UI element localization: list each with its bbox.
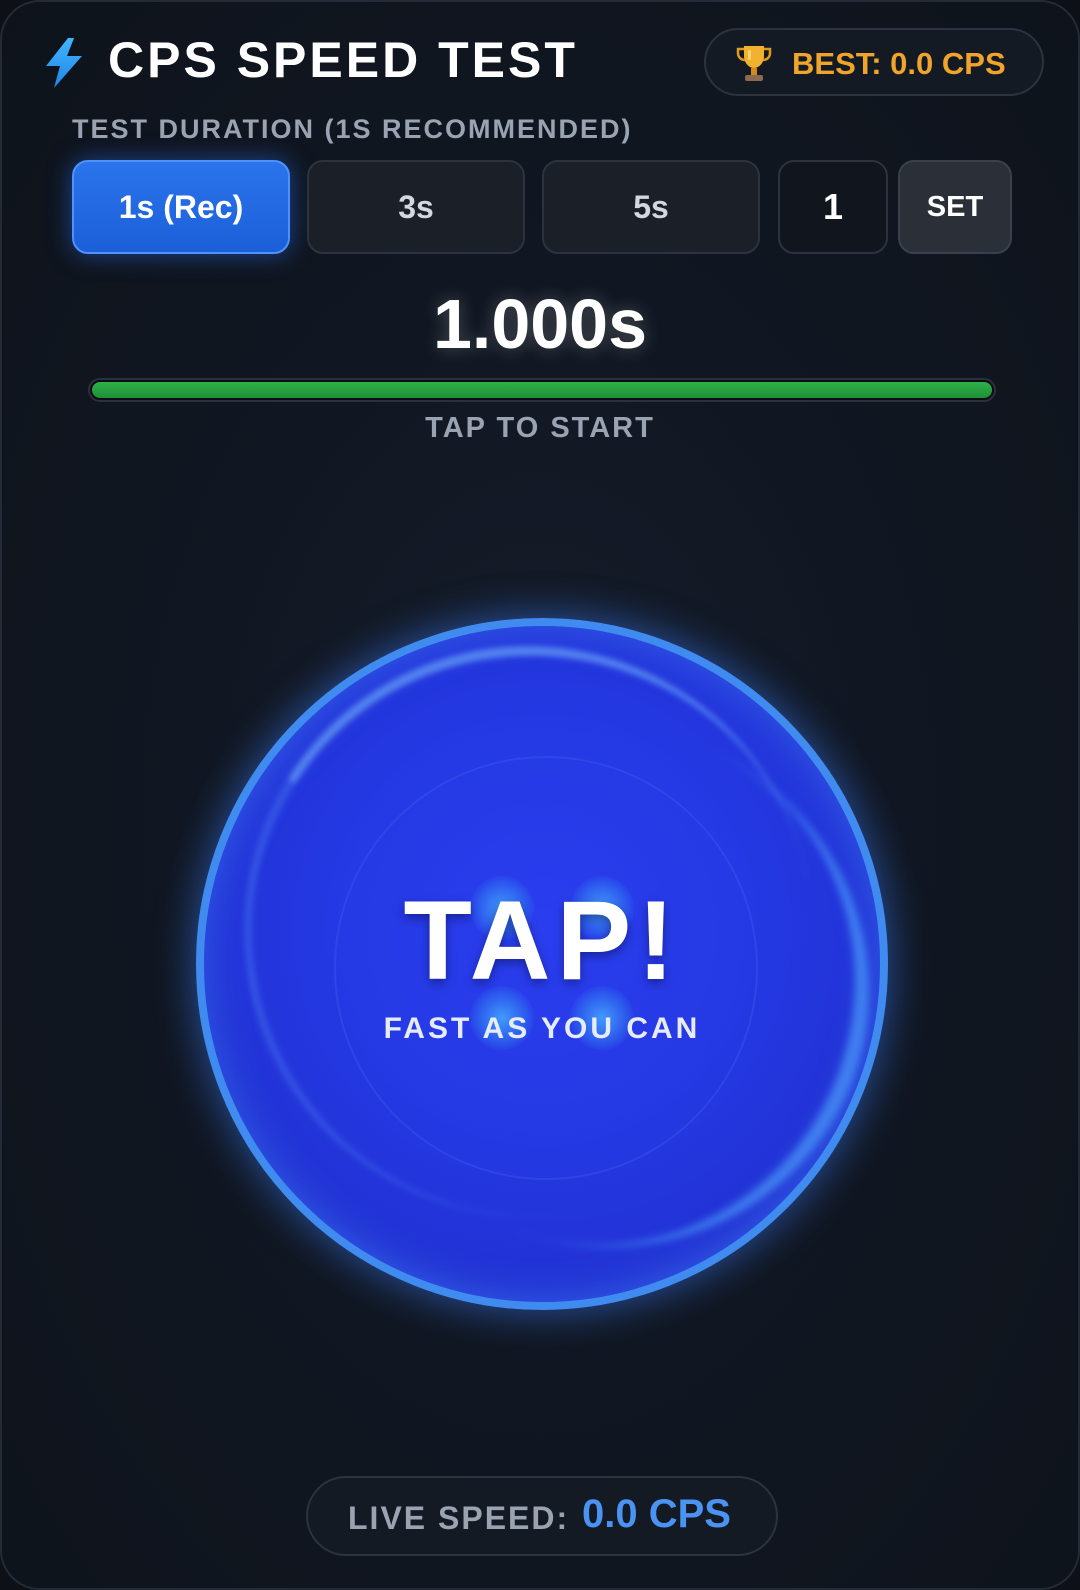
tap-status-text: TAP TO START bbox=[425, 412, 655, 444]
best-score-text: BEST: 0.0 CPS bbox=[792, 46, 1006, 81]
tap-button[interactable]: TAP! FAST AS YOU CAN bbox=[196, 618, 888, 1310]
timer-progress-bar bbox=[88, 378, 996, 402]
header: CPS SPEED TEST BEST: 0.0 CPS bbox=[42, 26, 1044, 98]
app-window: CPS SPEED TEST BEST: 0.0 CPS TEST DURATI… bbox=[0, 0, 1080, 1590]
custom-duration-input[interactable] bbox=[778, 160, 888, 254]
duration-label: TEST DURATION (1S RECOMMENDED) bbox=[72, 114, 633, 144]
live-speed-value: 0.0 CPS bbox=[582, 1492, 731, 1536]
app-title: CPS SPEED TEST bbox=[108, 32, 578, 88]
duration-5s-button[interactable]: 5s bbox=[542, 160, 760, 254]
duration-3s-button[interactable]: 3s bbox=[307, 160, 525, 254]
set-duration-button[interactable]: SET bbox=[898, 160, 1012, 254]
trophy-icon bbox=[736, 46, 772, 81]
timer-display: 1.000s bbox=[432, 285, 648, 363]
live-speed-label: LIVE SPEED: bbox=[348, 1500, 570, 1536]
lightning-bolt-icon bbox=[46, 38, 82, 88]
tap-button-sublabel: FAST AS YOU CAN bbox=[383, 1012, 701, 1045]
live-speed-panel: LIVE SPEED: 0.0 CPS bbox=[306, 1476, 778, 1556]
best-score-badge: BEST: 0.0 CPS bbox=[704, 28, 1044, 96]
tap-button-label: TAP! bbox=[403, 878, 681, 1003]
timer-progress-fill bbox=[92, 382, 992, 398]
duration-1s-button[interactable]: 1s (Rec) bbox=[72, 160, 290, 254]
